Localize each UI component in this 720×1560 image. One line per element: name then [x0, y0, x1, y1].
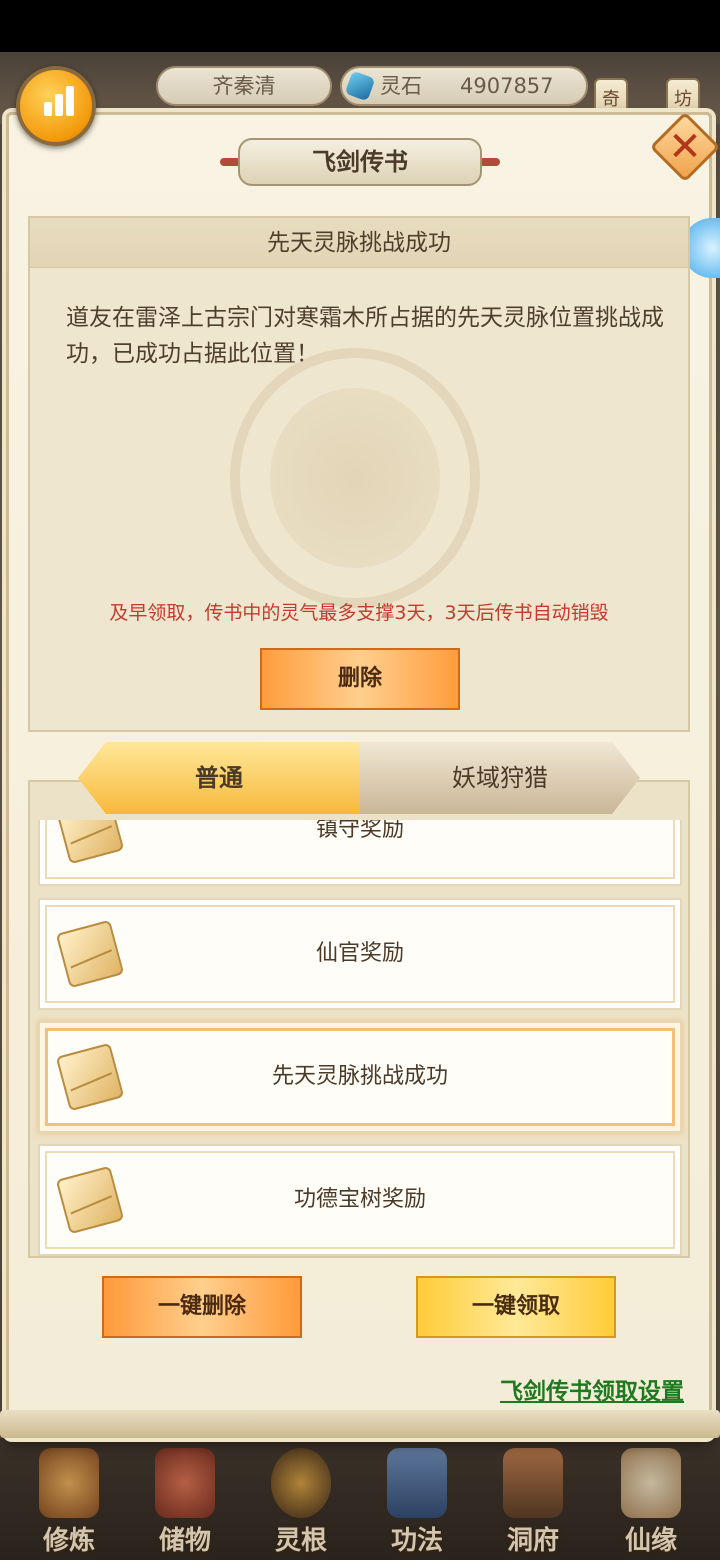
- nav-label: 洞府: [506, 1526, 559, 1556]
- mail-item-label: 仙官奖励: [315, 941, 404, 966]
- nav-item-technique[interactable]: 功法: [362, 1438, 472, 1560]
- spirit-stone-counter: 灵石 4907857: [340, 66, 588, 106]
- cloud-emblem-watermark: [230, 348, 480, 608]
- cultivation-icon: [39, 1448, 99, 1518]
- mail-item[interactable]: 仙官奖励: [38, 898, 682, 1010]
- close-icon[interactable]: ✕: [660, 122, 710, 172]
- mail-item-label: 功德宝树奖励: [293, 1187, 426, 1212]
- spirit-stone-value: 4907857: [460, 74, 554, 98]
- immortal-fate-icon: [621, 1448, 681, 1518]
- message-detail: 先天灵脉挑战成功 道友在雷泽上古宗门对寒霜木所占据的先天灵脉位置挑战成功，已成功…: [28, 216, 690, 732]
- storage-bag-icon: [155, 1448, 215, 1518]
- mail-tabs: 普通 妖域狩猎: [78, 742, 640, 814]
- technique-book-icon: [387, 1448, 447, 1518]
- bottom-navigation: 修炼 储物 灵根 功法 洞府 仙缘: [0, 1438, 720, 1560]
- delete-all-button[interactable]: 一键删除: [102, 1276, 302, 1338]
- mail-item-label: 先天灵脉挑战成功: [271, 1064, 448, 1089]
- nav-label: 修炼: [42, 1526, 95, 1556]
- cave-abode-icon: [503, 1448, 563, 1518]
- nav-item-storage[interactable]: 储物: [130, 1438, 240, 1560]
- spirit-root-icon: [271, 1448, 331, 1518]
- panel-title: 飞剑传书: [238, 138, 482, 186]
- claim-settings-link[interactable]: 飞剑传书领取设置: [500, 1372, 684, 1406]
- status-bar: [0, 0, 720, 52]
- title-banner: 飞剑传书: [220, 138, 500, 186]
- nav-item-cultivation[interactable]: 修炼: [14, 1438, 124, 1560]
- spirit-stone-label: 灵石: [380, 74, 422, 98]
- mail-item-selected[interactable]: 先天灵脉挑战成功: [38, 1021, 682, 1133]
- nav-item-spirit-root[interactable]: 灵根: [246, 1438, 356, 1560]
- expiry-warning: 及早领取，传书中的灵气最多支撑3天，3天后传书自动销毁: [109, 602, 609, 624]
- nav-item-cave-abode[interactable]: 洞府: [478, 1438, 588, 1560]
- message-title: 先天灵脉挑战成功: [30, 218, 688, 268]
- mail-list[interactable]: 镇守奖励 仙官奖励 先天灵脉挑战成功 功德宝树奖励: [28, 780, 690, 1258]
- nav-label: 储物: [158, 1526, 211, 1556]
- mail-list-viewport: 镇守奖励 仙官奖励 先天灵脉挑战成功 功德宝树奖励: [30, 820, 688, 1256]
- nav-label: 功法: [390, 1526, 443, 1556]
- mail-item[interactable]: 功德宝树奖励: [38, 1144, 682, 1256]
- delete-button[interactable]: 删除: [260, 648, 460, 710]
- tab-demon-hunt[interactable]: 妖域狩猎: [360, 742, 640, 814]
- tab-normal[interactable]: 普通: [78, 742, 360, 814]
- message-body: 道友在雷泽上古宗门对寒霜木所占据的先天灵脉位置挑战成功，已成功占据此位置！: [66, 305, 664, 367]
- nav-label: 灵根: [274, 1526, 327, 1556]
- spirit-stone-icon: [344, 70, 376, 102]
- nav-label: 仙缘: [624, 1526, 677, 1556]
- stats-chart-icon[interactable]: [16, 66, 96, 146]
- claim-all-button[interactable]: 一键领取: [416, 1276, 616, 1338]
- mail-item[interactable]: 镇守奖励: [38, 820, 682, 886]
- panel-scroll-edge: [0, 1410, 720, 1438]
- player-name: 齐秦清: [156, 66, 332, 106]
- nav-item-immortal-fate[interactable]: 仙缘: [596, 1438, 706, 1560]
- mail-item-label: 镇守奖励: [315, 820, 404, 842]
